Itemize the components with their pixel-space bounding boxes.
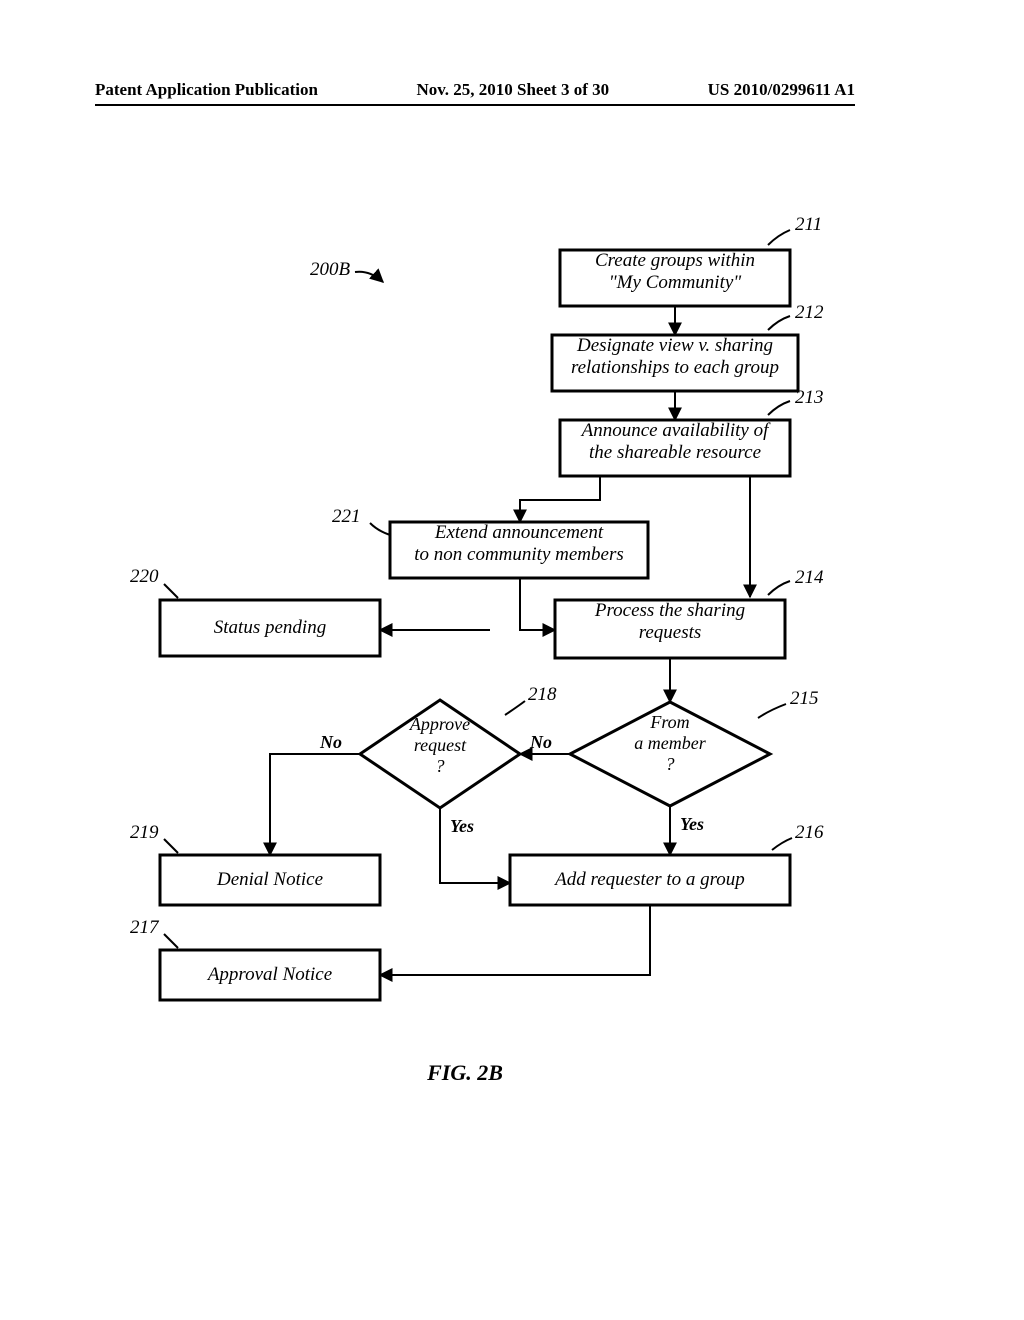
- node-211: Create groups within "My Community" 211: [560, 214, 822, 306]
- decision-218-line1: Approve: [380, 714, 500, 735]
- ref-221: 221: [332, 506, 361, 527]
- node-211-line2: "My Community": [560, 272, 790, 294]
- node-214: Process the sharing requests 214: [555, 567, 824, 658]
- node-221-line1: Extend announcement: [390, 522, 648, 544]
- ref-217: 217: [130, 917, 160, 938]
- decision-215: From a member ? 215: [570, 688, 819, 806]
- node-221-line2: to non community members: [390, 544, 648, 566]
- ref-213: 213: [795, 387, 824, 408]
- node-211-line1: Create groups within: [560, 250, 790, 272]
- decision-215-line3: ?: [590, 754, 750, 775]
- node-219-line1: Denial Notice: [217, 869, 323, 890]
- page-header: Patent Application Publication Nov. 25, …: [95, 80, 855, 100]
- ref-220: 220: [130, 566, 159, 587]
- arrow-213-221: [520, 476, 600, 522]
- leader-220: [164, 584, 178, 598]
- leader-216: [772, 838, 792, 850]
- leader-213: [768, 401, 790, 415]
- figure-label: 200B: [310, 259, 351, 280]
- node-214-line1: Process the sharing: [555, 600, 785, 622]
- ref-215: 215: [790, 688, 819, 709]
- node-217: Approval Notice 217: [130, 917, 380, 1000]
- arrow-218-no: [270, 754, 360, 855]
- leader-219: [164, 839, 178, 853]
- node-213-line2: the shareable resource: [560, 442, 790, 464]
- node-220-line1: Status pending: [214, 617, 326, 638]
- figure-caption: FIG. 2B: [426, 1060, 503, 1085]
- flowchart-diagram: 200B Create groups within "My Community"…: [100, 200, 830, 1130]
- ref-212: 212: [795, 302, 824, 323]
- branch-218-no: No: [319, 732, 342, 752]
- node-212-line2: relationships to each group: [552, 357, 798, 379]
- leader-215: [758, 704, 786, 718]
- ref-211: 211: [795, 214, 822, 235]
- node-219: Denial Notice 219: [130, 822, 380, 905]
- header-right: US 2010/0299611 A1: [708, 80, 855, 100]
- leader-211: [768, 230, 790, 245]
- decision-215-line2: a member: [590, 733, 750, 754]
- header-center: Nov. 25, 2010 Sheet 3 of 30: [416, 80, 609, 100]
- node-216: Add requester to a group 216: [510, 822, 824, 905]
- leader-221: [370, 523, 390, 535]
- leader-214: [768, 581, 790, 595]
- header-rule: [95, 104, 855, 106]
- branch-215-no: No: [529, 732, 552, 752]
- node-221: Extend announcement to non community mem…: [332, 506, 648, 578]
- ref-216: 216: [795, 822, 824, 843]
- page: Patent Application Publication Nov. 25, …: [0, 0, 1024, 1320]
- node-216-line1: Add requester to a group: [555, 869, 745, 890]
- arrow-221-214: [520, 578, 555, 630]
- node-217-line1: Approval Notice: [208, 964, 332, 985]
- ref-218: 218: [528, 684, 557, 705]
- node-213-line1: Announce availability of: [560, 420, 790, 442]
- decision-218: Approve request ? 218: [360, 684, 557, 808]
- decision-218-line2: request: [380, 735, 500, 756]
- node-213: Announce availability of the shareable r…: [560, 387, 824, 476]
- node-212: Designate view v. sharing relationships …: [552, 302, 824, 391]
- node-220: Status pending 220: [130, 566, 380, 656]
- node-212-line1: Designate view v. sharing: [552, 335, 798, 357]
- leader-217: [164, 934, 178, 948]
- figure-label-leader: [355, 272, 383, 282]
- arrow-216-217: [380, 905, 650, 975]
- decision-218-line3: ?: [380, 756, 500, 777]
- node-214-line2: requests: [555, 622, 785, 644]
- branch-215-yes: Yes: [680, 814, 704, 834]
- ref-219: 219: [130, 822, 159, 843]
- leader-212: [768, 316, 790, 330]
- header-left: Patent Application Publication: [95, 80, 318, 100]
- branch-218-yes: Yes: [450, 816, 474, 836]
- decision-215-line1: From: [590, 712, 750, 733]
- ref-214: 214: [795, 567, 824, 588]
- leader-218: [505, 701, 525, 715]
